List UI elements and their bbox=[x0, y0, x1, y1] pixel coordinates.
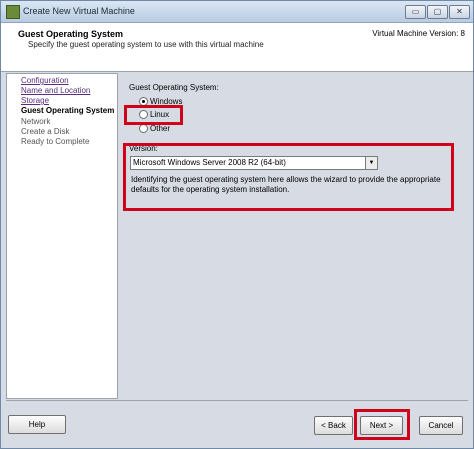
wizard-steps-sidebar: Configuration Name and Location Storage … bbox=[6, 73, 118, 399]
step-create-a-disk: Create a Disk bbox=[21, 127, 70, 136]
radio-other[interactable] bbox=[139, 124, 148, 133]
wizard-header: Guest Operating System Specify the guest… bbox=[1, 23, 473, 72]
linux-highlight-box bbox=[124, 105, 183, 125]
footer-divider bbox=[6, 400, 468, 401]
step-network: Network bbox=[21, 117, 51, 126]
vm-version-label: Virtual Machine Version: 8 bbox=[372, 29, 465, 38]
cancel-button[interactable]: Cancel bbox=[419, 416, 463, 435]
version-highlight-box bbox=[123, 143, 454, 211]
page-subtitle: Specify the guest operating system to us… bbox=[28, 40, 264, 49]
next-highlight-box bbox=[354, 409, 410, 440]
step-ready-to-complete: Ready to Complete bbox=[21, 137, 90, 146]
step-configuration[interactable]: Configuration bbox=[21, 76, 69, 85]
wizard-window: Create New Virtual Machine ▭ ▢ ✕ Guest O… bbox=[0, 0, 474, 449]
step-name-and-location[interactable]: Name and Location bbox=[21, 86, 90, 95]
radio-other-label[interactable]: Other bbox=[150, 124, 170, 133]
window-title: Create New Virtual Machine bbox=[23, 6, 135, 16]
minimize-button[interactable]: ▭ bbox=[405, 5, 426, 19]
step-storage[interactable]: Storage bbox=[21, 96, 49, 105]
page-title: Guest Operating System bbox=[18, 29, 124, 39]
close-button[interactable]: ✕ bbox=[449, 5, 470, 19]
guest-os-group-label: Guest Operating System: bbox=[129, 83, 219, 92]
main-panel: Guest Operating System: Windows Linux Ot… bbox=[119, 73, 471, 397]
maximize-button[interactable]: ▢ bbox=[427, 5, 448, 19]
step-guest-operating-system: Guest Operating System bbox=[21, 106, 115, 115]
vm-app-icon bbox=[6, 5, 20, 19]
help-button[interactable]: Help bbox=[8, 415, 66, 434]
title-bar[interactable]: Create New Virtual Machine ▭ ▢ ✕ bbox=[1, 1, 473, 23]
back-button[interactable]: < Back bbox=[314, 416, 353, 435]
